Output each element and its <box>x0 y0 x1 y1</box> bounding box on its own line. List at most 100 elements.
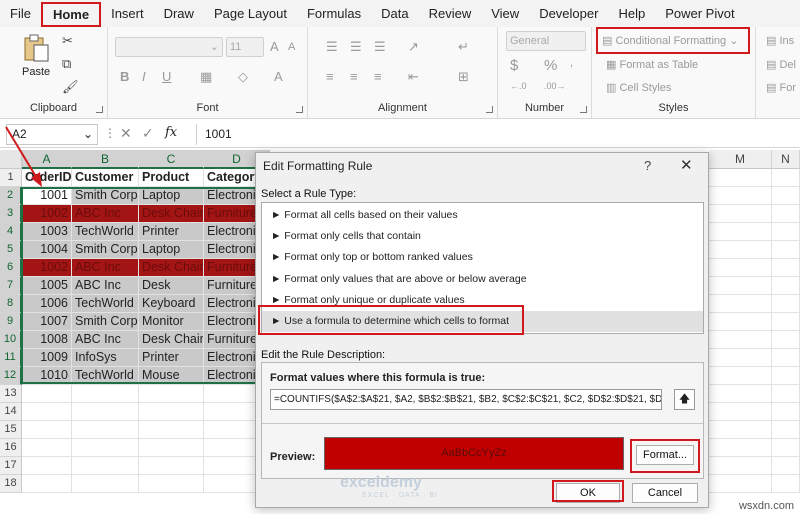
merge-icon[interactable]: ⊞ <box>458 69 469 85</box>
table-cell[interactable]: ABC Inc <box>72 205 139 223</box>
empty-cell[interactable] <box>772 439 800 457</box>
empty-cell[interactable] <box>772 295 800 313</box>
table-cell[interactable]: 1005 <box>22 277 72 295</box>
align-center-icon[interactable]: ≡ <box>350 69 358 84</box>
confirm-entry-icon[interactable]: ✓ <box>142 125 154 142</box>
row-header[interactable]: 11 <box>0 349 22 367</box>
close-icon[interactable]: ✕ <box>680 156 693 174</box>
more-options-icon[interactable]: ⋮ <box>104 126 116 140</box>
table-cell[interactable]: InfoSys <box>72 349 139 367</box>
comma-icon[interactable]: , <box>570 57 573 69</box>
table-cell[interactable]: 1007 <box>22 313 72 331</box>
font-color-icon[interactable]: A <box>274 69 283 84</box>
row-header[interactable]: 14 <box>0 403 22 421</box>
wrap-text-icon[interactable]: ↵ <box>458 39 469 55</box>
row-header[interactable]: 10 <box>0 331 22 349</box>
fill-color-icon[interactable]: ◇ <box>238 69 248 85</box>
empty-cell[interactable] <box>709 421 772 439</box>
empty-cell[interactable] <box>772 331 800 349</box>
menu-data[interactable]: Data <box>371 0 418 27</box>
empty-cell[interactable] <box>72 385 139 403</box>
menu-formulas[interactable]: Formulas <box>297 0 371 27</box>
empty-cell[interactable] <box>72 403 139 421</box>
increase-font-icon[interactable]: A <box>270 39 279 54</box>
table-cell[interactable]: Laptop <box>139 241 204 259</box>
table-cell[interactable]: TechWorld <box>72 295 139 313</box>
table-cell[interactable]: Monitor <box>139 313 204 331</box>
empty-cell[interactable] <box>709 241 772 259</box>
table-cell[interactable]: ABC Inc <box>72 277 139 295</box>
empty-cell[interactable] <box>709 475 772 493</box>
font-size-select[interactable]: 11 <box>226 37 264 57</box>
empty-cell[interactable] <box>709 205 772 223</box>
row-header[interactable]: 17 <box>0 457 22 475</box>
table-cell[interactable]: Desk Chair <box>139 259 204 277</box>
empty-cell[interactable] <box>772 277 800 295</box>
empty-cell[interactable] <box>139 457 204 475</box>
empty-cell[interactable] <box>772 475 800 493</box>
table-cell[interactable]: ABC Inc <box>72 259 139 277</box>
empty-cell[interactable] <box>709 367 772 385</box>
empty-cell[interactable] <box>72 421 139 439</box>
table-cell[interactable]: 1002 <box>22 259 72 277</box>
empty-cell[interactable] <box>72 475 139 493</box>
table-cell[interactable]: Desk Chair <box>139 205 204 223</box>
empty-cell[interactable] <box>709 259 772 277</box>
menu-insert[interactable]: Insert <box>101 0 154 27</box>
number-format-select[interactable]: General <box>506 31 586 51</box>
table-cell[interactable]: Printer <box>139 223 204 241</box>
table-cell[interactable]: Smith Corp <box>72 187 139 205</box>
empty-cell[interactable] <box>22 457 72 475</box>
row-header[interactable]: 13 <box>0 385 22 403</box>
row-header[interactable]: 12 <box>0 367 22 385</box>
rule-type-item[interactable]: ► Format only cells that contain <box>262 226 703 247</box>
row-header[interactable]: 9 <box>0 313 22 331</box>
empty-cell[interactable] <box>772 421 800 439</box>
decrease-decimal-icon[interactable]: .00→ <box>544 81 566 91</box>
empty-cell[interactable] <box>772 259 800 277</box>
empty-cell[interactable] <box>772 241 800 259</box>
empty-cell[interactable] <box>709 169 772 187</box>
empty-cell[interactable] <box>22 421 72 439</box>
formula-input[interactable]: 1001 <box>196 124 796 145</box>
row-header[interactable]: 16 <box>0 439 22 457</box>
empty-cell[interactable] <box>709 403 772 421</box>
column-header-b[interactable]: B <box>72 150 139 169</box>
empty-cell[interactable] <box>772 205 800 223</box>
cancel-entry-icon[interactable]: ✕ <box>120 125 132 142</box>
row-header[interactable]: 7 <box>0 277 22 295</box>
row-header[interactable]: 4 <box>0 223 22 241</box>
row-header[interactable]: 3 <box>0 205 22 223</box>
help-icon[interactable]: ? <box>644 158 651 173</box>
number-launcher-icon[interactable] <box>580 106 587 113</box>
table-cell[interactable]: TechWorld <box>72 223 139 241</box>
collapse-dialog-icon[interactable]: 🡅 <box>674 389 695 410</box>
empty-cell[interactable] <box>22 403 72 421</box>
menu-view[interactable]: View <box>481 0 529 27</box>
indent-icon[interactable]: ⇤ <box>408 69 419 85</box>
empty-cell[interactable] <box>709 385 772 403</box>
table-cell[interactable]: Desk <box>139 277 204 295</box>
format-painter-icon[interactable]: 🖌 <box>62 79 79 95</box>
rule-type-item[interactable]: ► Format all cells based on their values <box>262 205 703 226</box>
alignment-launcher-icon[interactable] <box>486 106 493 113</box>
table-cell[interactable]: 1010 <box>22 367 72 385</box>
table-cell[interactable]: 1003 <box>22 223 72 241</box>
empty-cell[interactable] <box>709 313 772 331</box>
menu-draw[interactable]: Draw <box>154 0 204 27</box>
empty-cell[interactable] <box>139 475 204 493</box>
empty-cell[interactable] <box>709 277 772 295</box>
clipboard-launcher-icon[interactable] <box>96 106 103 113</box>
align-middle-icon[interactable]: ☰ <box>350 39 362 55</box>
cell-styles-button[interactable]: ▥ Cell Styles <box>606 81 671 94</box>
table-cell[interactable]: Keyboard <box>139 295 204 313</box>
formula-input[interactable]: =COUNTIFS($A$2:$A$21, $A2, $B$2:$B$21, $… <box>270 389 662 410</box>
table-cell[interactable]: Mouse <box>139 367 204 385</box>
column-header-m[interactable]: M <box>709 150 772 169</box>
cancel-button[interactable]: Cancel <box>632 483 698 503</box>
align-bottom-icon[interactable]: ☰ <box>374 39 386 55</box>
border-icon[interactable]: ▦ <box>200 69 212 85</box>
rule-type-item[interactable]: ► Format only top or bottom ranked value… <box>262 247 703 268</box>
menu-developer[interactable]: Developer <box>529 0 608 27</box>
empty-cell[interactable] <box>709 457 772 475</box>
